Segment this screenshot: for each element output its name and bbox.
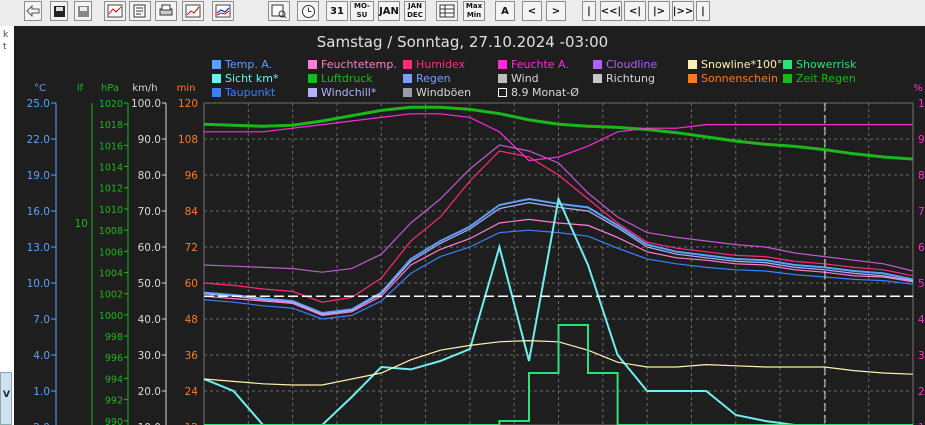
axis-tick-label: 25.0 — [27, 98, 50, 110]
axis-unit-label: min — [177, 83, 196, 94]
axis-tick-label: 990 — [105, 417, 123, 425]
axis-tick-label: 100.0 — [131, 98, 161, 110]
axis-tick-label: 48 — [185, 314, 198, 326]
axis-tick-label: 1018 — [99, 120, 123, 131]
axis-tick-label: 20.0 — [138, 386, 161, 398]
axis-tick-label: 1002 — [99, 290, 123, 301]
axis-tick-label: 4 — [918, 314, 925, 326]
axis-tick-label: 10.0 — [27, 278, 50, 290]
axis-tick-label: 1.0 — [33, 386, 50, 398]
axis-tick-label: 6 — [918, 242, 925, 254]
axis-tick-label: 60 — [185, 278, 198, 290]
axis-unit-label: % — [913, 83, 923, 94]
axis-tick-label: 10 — [75, 218, 88, 230]
axis-tick-label: 60.0 — [138, 242, 161, 254]
axis-tick-label: 96 — [185, 170, 199, 182]
axis-tick-label: 2 — [918, 386, 925, 398]
axis-tick-label: 40.0 — [138, 314, 161, 326]
axis-unit-label: hPa — [101, 83, 119, 94]
axis-tick-label: 1004 — [99, 268, 123, 279]
axis-tick-label: 7 — [918, 206, 925, 218]
axis-tick-label: 992 — [105, 396, 123, 407]
axis-tick-label: 1008 — [99, 226, 123, 237]
axis-tick-label: 1016 — [99, 141, 123, 152]
axis-tick-label: 70.0 — [138, 206, 161, 218]
axis-tick-label: 5 — [918, 278, 925, 290]
axis-tick-label: 1000 — [99, 311, 123, 322]
axis-tick-label: 72 — [185, 242, 198, 254]
axis-tick-label: 994 — [105, 374, 123, 385]
axis-tick-label: 50.0 — [138, 278, 161, 290]
axis-tick-label: 3 — [918, 350, 925, 362]
axis-tick-label: 19.0 — [27, 170, 50, 182]
axis-tick-label: 24 — [185, 386, 199, 398]
axis-unit-label: °C — [34, 83, 46, 94]
axis-tick-label: 84 — [185, 206, 199, 218]
axis-tick-label: 120 — [178, 98, 198, 110]
axis-unit-label: km/h — [132, 83, 157, 94]
axis-tick-label: 16.0 — [27, 206, 50, 218]
chart-svg: °C25.022.019.016.013.010.07.04.01.0-2.0h… — [27, 83, 925, 425]
axis-tick-label: 4.0 — [33, 350, 50, 362]
axis-tick-label: 13.0 — [27, 242, 50, 254]
axis-tick-label: 1 — [918, 98, 925, 110]
axis-tick-label: 1012 — [99, 184, 123, 195]
axis-tick-label: 80.0 — [138, 170, 161, 182]
axis-tick-label: 7.0 — [33, 314, 50, 326]
axis-tick-label: 1006 — [99, 247, 123, 258]
axis-tick-label: 8 — [918, 170, 925, 182]
axis-tick-label: 998 — [105, 332, 123, 343]
axis-tick-label: 1010 — [99, 205, 123, 216]
axis-tick-label: 996 — [105, 353, 123, 364]
axis-tick-label: 108 — [178, 134, 198, 146]
axis-tick-label: 36 — [185, 350, 199, 362]
axis-tick-label: 1014 — [99, 163, 123, 174]
axis-tick-label: 22.0 — [27, 134, 50, 146]
axis-tick-label: 1020 — [99, 99, 123, 110]
axis-unit-label: lf — [77, 83, 84, 94]
axis-tick-label: 90.0 — [138, 134, 161, 146]
axis-tick-label: 30.0 — [138, 350, 161, 362]
axis-tick-label: 9 — [918, 134, 925, 146]
